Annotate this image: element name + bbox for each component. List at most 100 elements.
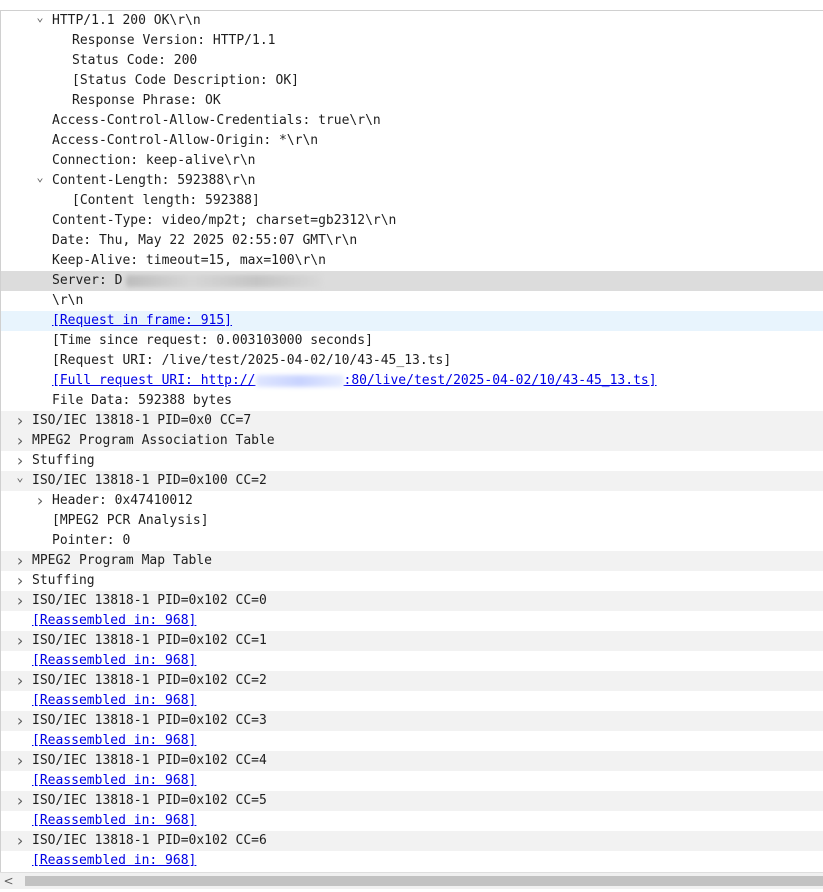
tree-row[interactable]: [Request in frame: 915] xyxy=(1,311,823,331)
collapse-arrow-icon[interactable] xyxy=(14,451,26,471)
tree-row[interactable]: ISO/IEC 13818-1 PID=0x0 CC=7 xyxy=(1,411,823,431)
tree-row-label: ISO/IEC 13818-1 PID=0x102 CC=5 xyxy=(32,791,267,811)
packet-details-tree[interactable]: HTTP/1.1 200 OK\r\n Response Version: HTT… xyxy=(0,10,823,872)
tree-row-text: Stuffing xyxy=(32,573,95,588)
tree-row[interactable]: Access-Control-Allow-Credentials: true\r… xyxy=(1,111,823,131)
tree-row[interactable]: [Reassembled in: 968] xyxy=(1,851,823,871)
tree-row-text: Pointer: 0 xyxy=(52,533,131,548)
chevron-left-icon[interactable]: < xyxy=(0,873,17,889)
tree-row-text: ISO/IEC 13818-1 PID=0x0 CC=7 xyxy=(32,413,252,428)
redacted-blur xyxy=(255,374,344,387)
tree-row[interactable]: Response Phrase: OK xyxy=(1,91,823,111)
tree-row[interactable]: Content-Type: video/mp2t; charset=gb2312… xyxy=(1,211,823,231)
collapse-arrow-icon[interactable] xyxy=(14,791,26,811)
redacted-blur xyxy=(126,274,323,287)
tree-row-link[interactable]: [Reassembled in: 968] xyxy=(32,651,196,671)
collapse-arrow-icon[interactable] xyxy=(14,831,26,851)
tree-row-text: ISO/IEC 13818-1 PID=0x100 CC=2 xyxy=(32,473,267,488)
tree-row[interactable]: Server: D xyxy=(1,271,823,291)
tree-row-text: [Reassembled in: 968] xyxy=(32,733,197,748)
tree-row[interactable]: ISO/IEC 13818-1 PID=0x102 CC=3 xyxy=(1,711,823,731)
collapse-arrow-icon[interactable] xyxy=(14,711,26,731)
horizontal-scrollbar[interactable]: < xyxy=(0,872,823,889)
tree-row-text: Access-Control-Allow-Origin: *\r\n xyxy=(52,133,319,148)
collapse-arrow-icon[interactable] xyxy=(14,591,26,611)
tree-row[interactable]: [Reassembled in: 968] xyxy=(1,691,823,711)
tree-row[interactable]: ISO/IEC 13818-1 PID=0x102 CC=4 xyxy=(1,751,823,771)
tree-row[interactable]: Stuffing xyxy=(1,451,823,471)
collapse-arrow-icon[interactable] xyxy=(14,431,26,451)
tree-row[interactable]: Status Code: 200 xyxy=(1,51,823,71)
tree-row[interactable]: Response Version: HTTP/1.1 xyxy=(1,31,823,51)
tree-row[interactable]: ISO/IEC 13818-1 PID=0x102 CC=2 xyxy=(1,671,823,691)
expand-arrow-icon[interactable] xyxy=(34,171,46,191)
tree-row[interactable]: Pointer: 0 xyxy=(1,531,823,551)
collapse-arrow-icon[interactable] xyxy=(14,631,26,651)
tree-row[interactable]: ISO/IEC 13818-1 PID=0x102 CC=0 xyxy=(1,591,823,611)
tree-row-text: \r\n xyxy=(52,293,84,308)
tree-row-link[interactable]: [Full request URI: http://:80/live/test/… xyxy=(52,371,657,391)
expand-arrow-icon[interactable] xyxy=(14,471,26,491)
tree-row[interactable]: \r\n xyxy=(1,291,823,311)
collapse-arrow-icon[interactable] xyxy=(14,571,26,591)
tree-row-label: File Data: 592388 bytes xyxy=(52,391,232,411)
tree-row-label: Stuffing xyxy=(32,571,95,591)
tree-row[interactable]: ISO/IEC 13818-1 PID=0x102 CC=5 xyxy=(1,791,823,811)
tree-row[interactable]: File Data: 592388 bytes xyxy=(1,391,823,411)
tree-row[interactable]: [Reassembled in: 968] xyxy=(1,731,823,751)
tree-row[interactable]: ISO/IEC 13818-1 PID=0x102 CC=1 xyxy=(1,631,823,651)
tree-row-label: \r\n xyxy=(52,291,83,311)
tree-row-text: [Request URI: /live/test/2025-04-02/10/4… xyxy=(52,353,452,368)
tree-row[interactable]: Keep-Alive: timeout=15, max=100\r\n xyxy=(1,251,823,271)
tree-row-text: Header: 0x47410012 xyxy=(52,493,193,508)
tree-row[interactable]: Date: Thu, May 22 2025 02:55:07 GMT\r\n xyxy=(1,231,823,251)
tree-row[interactable]: [MPEG2 PCR Analysis] xyxy=(1,511,823,531)
tree-row-text: Stuffing xyxy=(32,453,95,468)
tree-row[interactable]: ISO/IEC 13818-1 PID=0x100 CC=2 xyxy=(1,471,823,491)
tree-row-text: ISO/IEC 13818-1 PID=0x102 CC=4 xyxy=(32,753,267,768)
tree-row[interactable]: Content-Length: 592388\r\n xyxy=(1,171,823,191)
tree-row[interactable]: Stuffing xyxy=(1,571,823,591)
collapse-arrow-icon[interactable] xyxy=(14,411,26,431)
tree-row[interactable]: [Time since request: 0.003103000 seconds… xyxy=(1,331,823,351)
expand-arrow-icon[interactable] xyxy=(34,11,46,31)
tree-row-link[interactable]: [Reassembled in: 968] xyxy=(32,811,196,831)
tree-row-label: ISO/IEC 13818-1 PID=0x102 CC=3 xyxy=(32,711,267,731)
tree-row-label: Content-Type: video/mp2t; charset=gb2312… xyxy=(52,211,396,231)
tree-row-link[interactable]: [Reassembled in: 968] xyxy=(32,731,196,751)
tree-row-label: ISO/IEC 13818-1 PID=0x102 CC=0 xyxy=(32,591,267,611)
tree-row-text: [Reassembled in: 968] xyxy=(32,773,197,788)
tree-row[interactable]: [Request URI: /live/test/2025-04-02/10/4… xyxy=(1,351,823,371)
tree-row-link[interactable]: [Reassembled in: 968] xyxy=(32,771,196,791)
tree-row[interactable]: [Reassembled in: 968] xyxy=(1,611,823,631)
tree-row[interactable]: Access-Control-Allow-Origin: *\r\n xyxy=(1,131,823,151)
tree-row[interactable]: Connection: keep-alive\r\n xyxy=(1,151,823,171)
tree-row[interactable]: Header: 0x47410012 xyxy=(1,491,823,511)
tree-row-link[interactable]: [Request in frame: 915] xyxy=(52,311,232,331)
tree-row-label: [Content length: 592388] xyxy=(72,191,260,211)
tree-row-link[interactable]: [Reassembled in: 968] xyxy=(32,611,196,631)
tree-row[interactable]: MPEG2 Program Map Table xyxy=(1,551,823,571)
tree-row[interactable]: [Full request URI: http://:80/live/test/… xyxy=(1,371,823,391)
tree-row[interactable]: [Content length: 592388] xyxy=(1,191,823,211)
collapse-arrow-icon[interactable] xyxy=(34,491,46,511)
tree-row-label: ISO/IEC 13818-1 PID=0x100 CC=2 xyxy=(32,471,267,491)
tree-row[interactable]: [Reassembled in: 968] xyxy=(1,771,823,791)
tree-row-link[interactable]: [Reassembled in: 968] xyxy=(32,691,196,711)
tree-row-text: ISO/IEC 13818-1 PID=0x102 CC=2 xyxy=(32,673,267,688)
scrollbar-thumb[interactable] xyxy=(25,876,823,886)
tree-row[interactable]: MPEG2 Program Association Table xyxy=(1,431,823,451)
tree-row-label: Connection: keep-alive\r\n xyxy=(52,151,256,171)
collapse-arrow-icon[interactable] xyxy=(14,751,26,771)
collapse-arrow-icon[interactable] xyxy=(14,671,26,691)
tree-row[interactable]: ISO/IEC 13818-1 PID=0x102 CC=6 xyxy=(1,831,823,851)
tree-row-text: Access-Control-Allow-Credentials: true\r… xyxy=(52,113,381,128)
tree-row[interactable]: [Reassembled in: 968] xyxy=(1,651,823,671)
tree-row[interactable]: [Status Code Description: OK] xyxy=(1,71,823,91)
tree-row-link[interactable]: [Reassembled in: 968] xyxy=(32,851,196,871)
collapse-arrow-icon[interactable] xyxy=(14,551,26,571)
tree-row-label: ISO/IEC 13818-1 PID=0x102 CC=2 xyxy=(32,671,267,691)
tree-row[interactable]: HTTP/1.1 200 OK\r\n xyxy=(1,11,823,31)
tree-row-label: [Request URI: /live/test/2025-04-02/10/4… xyxy=(52,351,451,371)
tree-row[interactable]: [Reassembled in: 968] xyxy=(1,811,823,831)
